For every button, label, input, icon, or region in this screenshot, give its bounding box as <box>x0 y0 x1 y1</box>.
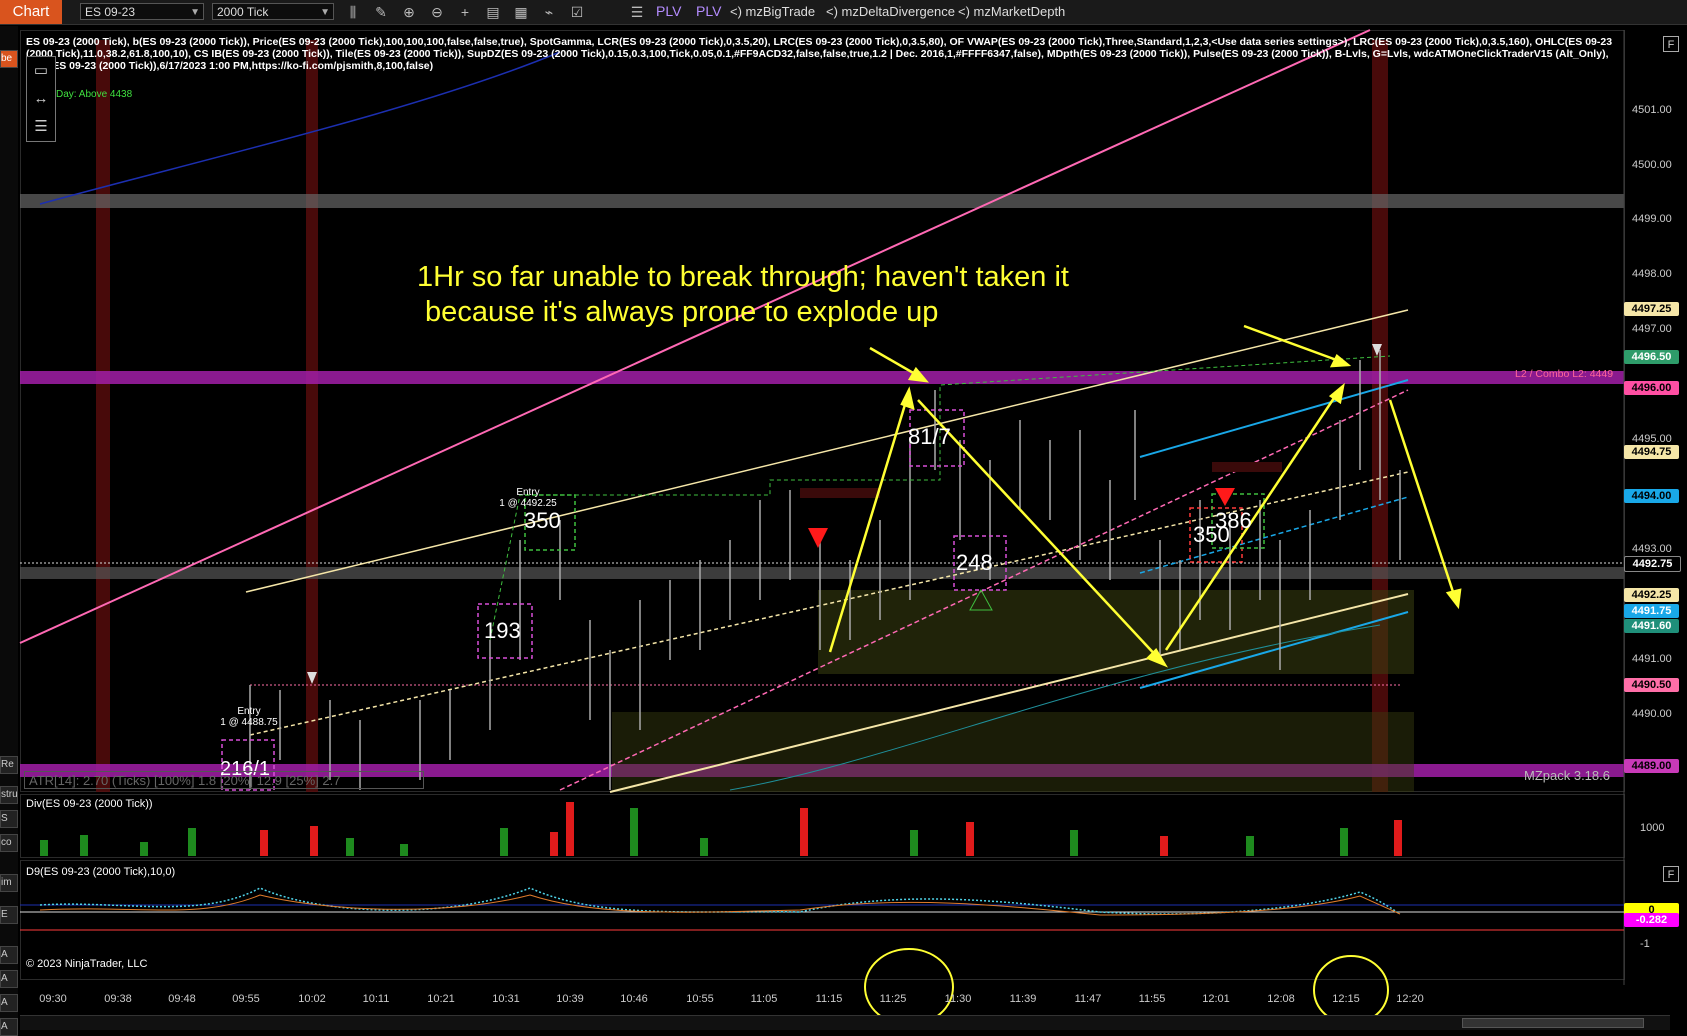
time-label: 10:02 <box>298 993 326 1005</box>
horizontal-arrows-icon[interactable]: ↔ <box>27 85 55 113</box>
ruler-icon[interactable]: ▭ <box>27 57 55 85</box>
d9-panel-title: D9(ES 09-23 (2000 Tick),10,0) <box>26 866 176 878</box>
entry-label-1: Entry 1 @ 4492.25 <box>498 487 558 509</box>
volume-box-350: 350 <box>524 508 561 533</box>
price-label: 4491.00 <box>1632 653 1672 665</box>
f-button-main[interactable]: F <box>1663 36 1679 52</box>
scroll-thumb[interactable] <box>1462 1018 1644 1028</box>
time-label: 11:30 <box>944 993 972 1005</box>
time-label: 09:38 <box>104 993 132 1005</box>
time-label: 12:15 <box>1332 993 1360 1005</box>
entry-detail-2: 1 @ 4488.75 <box>220 717 278 728</box>
time-label: 11:25 <box>879 993 907 1005</box>
div-axis-label: 1000 <box>1640 822 1665 834</box>
price-tag: 4496.00 <box>1624 381 1679 395</box>
price-label: 4497.00 <box>1632 323 1672 335</box>
drawing-toolbox[interactable]: ▭ ↔ ☰ <box>26 56 56 142</box>
combo-level-label: L2 / Combo L2: 4449 <box>1515 368 1614 380</box>
indicator-header: ES 09-23 (2000 Tick), b(ES 09-23 (2000 T… <box>26 36 1613 72</box>
menu-icon[interactable]: ☰ <box>27 113 55 141</box>
time-label: 12:01 <box>1202 993 1230 1005</box>
time-label: 10:21 <box>427 993 455 1005</box>
time-label: 11:05 <box>750 993 778 1005</box>
d9-tag-value: -0.282 <box>1624 913 1679 927</box>
price-tag: 4492.75 <box>1624 556 1681 572</box>
entry-label-2: Entry 1 @ 4488.75 <box>214 706 284 728</box>
price-tag: 4491.75 <box>1624 604 1679 618</box>
annotation-line-1: 1Hr so far unable to break through; have… <box>417 261 1069 293</box>
annotation-line-2: because it's always prone to explode up <box>417 296 939 328</box>
price-tag: 4491.60 <box>1624 619 1679 633</box>
atr-readout: ATR[14]: 2.70 (Ticks) [100%] 1.8 [20%] 1… <box>24 771 424 789</box>
volume-box-248: 248 <box>956 550 993 575</box>
entry-title-1: Entry <box>516 487 540 498</box>
time-label: 09:48 <box>168 993 196 1005</box>
time-label: 12:08 <box>1267 993 1295 1005</box>
horizontal-scrollbar[interactable] <box>20 1015 1670 1030</box>
entry-title-2: Entry <box>237 706 261 717</box>
price-label: 4490.00 <box>1632 708 1672 720</box>
mzpack-label: MZpack 3.18.6 <box>1524 768 1610 783</box>
div-panel-title: Div(ES 09-23 (2000 Tick)) <box>26 798 153 810</box>
entry-detail-1: 1 @ 4492.25 <box>499 498 557 509</box>
price-label: 4498.00 <box>1632 268 1672 280</box>
time-label: 12:20 <box>1396 993 1424 1005</box>
time-label: 10:11 <box>362 993 390 1005</box>
price-label: 4501.00 <box>1632 104 1672 116</box>
time-label: 09:55 <box>232 993 260 1005</box>
time-label: 11:15 <box>815 993 843 1005</box>
f-button-d9[interactable]: F <box>1663 866 1679 882</box>
price-tag: 4494.00 <box>1624 489 1679 503</box>
volume-box-386: 386 <box>1215 508 1252 533</box>
volume-box-817: 81/7 <box>908 424 951 449</box>
annotation-text: 1Hr so far unable to break through; have… <box>417 260 1069 330</box>
d9-axis-label: -1 <box>1640 938 1650 950</box>
time-label: 09:30 <box>39 993 67 1005</box>
chart-canvas[interactable] <box>0 0 1687 1035</box>
price-label: 4499.00 <box>1632 213 1672 225</box>
price-tag: 4492.25 <box>1624 588 1679 602</box>
volume-box-193: 193 <box>484 618 521 643</box>
price-tag: 4496.50 <box>1624 350 1679 364</box>
time-label: 10:46 <box>620 993 648 1005</box>
price-label: 4500.00 <box>1632 159 1672 171</box>
time-label: 11:39 <box>1009 993 1037 1005</box>
price-tag: 4490.50 <box>1624 678 1679 692</box>
price-tag: 4494.75 <box>1624 445 1679 459</box>
day-label: Day: Above 4438 <box>56 89 133 100</box>
time-label: 11:47 <box>1074 993 1102 1005</box>
time-label: 11:55 <box>1138 993 1166 1005</box>
copyright: © 2023 NinjaTrader, LLC <box>26 958 148 970</box>
price-label: 4493.00 <box>1632 543 1672 555</box>
time-label: 10:39 <box>556 993 584 1005</box>
time-label: 10:31 <box>492 993 520 1005</box>
price-label: 4495.00 <box>1632 433 1672 445</box>
time-label: 10:55 <box>686 993 714 1005</box>
price-tag: 4497.25 <box>1624 302 1679 316</box>
price-tag: 4489.00 <box>1624 759 1679 773</box>
